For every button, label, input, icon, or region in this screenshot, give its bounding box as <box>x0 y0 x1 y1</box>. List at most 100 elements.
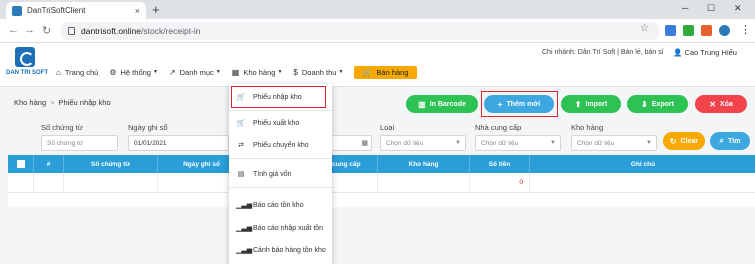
main-menu: ⌂ Trang chủ ⚙ Hệ thống ▼ ↗ Danh mục ▼ ▦ … <box>56 65 417 79</box>
menu-item-home[interactable]: ⌂ Trang chủ <box>56 68 98 77</box>
user-icon: 👤 <box>673 48 683 57</box>
column-header: # <box>34 155 64 173</box>
date-label: Ngày ghi sổ <box>128 123 168 132</box>
cart-icon: 🛒 <box>362 67 373 77</box>
search-button[interactable]: ⌕ Tìm <box>710 132 750 150</box>
column-header[interactable]: Ghi chú <box>530 155 755 173</box>
caret-down-icon: ▼ <box>152 69 158 75</box>
delete-button[interactable]: ✕ Xóa <box>695 95 747 113</box>
bar-signal-icon: ▁▃▅ <box>236 202 253 209</box>
extension-icon[interactable] <box>665 25 676 36</box>
menu-item-revenue[interactable]: $ Doanh thu ▼ <box>293 68 343 77</box>
profile-icon[interactable] <box>719 25 730 36</box>
menu-item-label: Cảnh báo hàng tồn kho <box>253 246 326 254</box>
import-button[interactable]: ⬆ Import <box>561 95 621 113</box>
shield-extension-icon[interactable] <box>683 25 694 36</box>
menu-item-stock-report[interactable]: ▁▃▅ Báo cáo tồn kho <box>229 197 332 213</box>
print-barcode-button[interactable]: ▥ In Barcode <box>406 95 478 113</box>
transfer-icon: ⇄ <box>238 142 244 149</box>
dollar-icon: $ <box>293 67 298 77</box>
menu-item-cost-calc[interactable]: ▤ Tính giá vốn <box>229 166 332 182</box>
receipt-in-highlight <box>231 86 326 108</box>
select-all-cell[interactable] <box>8 155 34 173</box>
button-label: Tìm <box>728 137 741 145</box>
brand-name: DAN TRI SOFT <box>6 70 48 76</box>
divider <box>229 110 332 111</box>
table-cell <box>34 173 64 192</box>
type-select[interactable]: Chọn dữ liệu ▼ <box>380 135 466 151</box>
new-tab-button[interactable]: + <box>152 2 160 17</box>
clear-button[interactable]: ↻ Clear <box>663 132 705 150</box>
table-total-row: 0 <box>8 173 755 193</box>
table-header: # Số chứng từ Ngày ghi sổ Nhà cung cấp K… <box>8 155 755 173</box>
menu-item-catalog[interactable]: ↗ Danh mục ▼ <box>169 68 221 77</box>
logo[interactable]: DAN TRI SOFT <box>6 47 48 83</box>
table-cell <box>64 173 158 192</box>
breadcrumb-current: Phiếu nhập kho <box>58 98 111 107</box>
breadcrumb-root[interactable]: Kho hàng <box>14 98 46 107</box>
export-button[interactable]: ⬇ Export <box>627 95 688 113</box>
lock-icon <box>68 27 75 35</box>
url-path: /stock/receipt-in <box>141 26 201 36</box>
maximize-button[interactable]: ☐ <box>707 3 715 14</box>
date-to-input[interactable]: ▦ <box>332 135 372 151</box>
menu-item-inout-report[interactable]: ▁▃▅ Báo cáo nhập xuất tồn <box>229 220 332 236</box>
supplier-select[interactable]: Chọn dữ liệu ▼ <box>475 135 561 151</box>
close-window-button[interactable]: ✕ <box>734 3 742 14</box>
menu-item-label: Báo cáo tồn kho <box>253 201 304 209</box>
menu-label: Hệ thống <box>120 67 151 77</box>
menu-label: Danh mục <box>179 67 214 77</box>
warehouse-select[interactable]: Chọn dữ liệu ▼ <box>571 135 657 151</box>
barcode-icon: ▥ <box>418 99 426 109</box>
star-icon[interactable]: ☆ <box>640 23 649 34</box>
doc-no-label: Số chứng từ <box>41 123 83 132</box>
menu-item-system[interactable]: ⚙ Hệ thống ▼ <box>109 68 158 77</box>
button-label: Export <box>651 100 674 108</box>
address-bar: ← → ↻ dantrisoft.online /stock/receipt-i… <box>0 19 755 43</box>
extension-icon[interactable] <box>701 25 712 36</box>
caret-down-icon: ▼ <box>455 140 461 146</box>
tab-close-icon[interactable]: × <box>135 6 140 16</box>
menu-item-label: Phiếu chuyển kho <box>253 141 309 149</box>
total-amount: 0 <box>470 173 530 192</box>
divider <box>229 187 332 188</box>
calculator-icon: ▤ <box>237 171 245 178</box>
caret-down-icon: ▼ <box>550 140 556 146</box>
warehouse-icon: ▦ <box>231 67 240 77</box>
menu-item-transfer[interactable]: ⇄ Phiếu chuyển kho <box>229 137 332 153</box>
column-header[interactable]: Kho hàng <box>378 155 470 173</box>
menu-label: Trang chủ <box>64 67 99 77</box>
refresh-icon: ↻ <box>669 136 677 146</box>
menu-label: Bán hàng <box>376 67 409 77</box>
back-icon[interactable]: ← <box>8 24 19 36</box>
doc-no-input[interactable]: Số chứng từ <box>41 135 118 151</box>
checkbox[interactable] <box>16 160 25 168</box>
menu-item-warehouse[interactable]: ▦ Kho hàng ▼ <box>232 68 283 77</box>
more-menu-icon[interactable]: ⋮ <box>740 23 751 36</box>
menu-item-receipt-out[interactable]: 🛒 Phiếu xuất kho <box>229 115 332 131</box>
breadcrumb: Kho hàng > Phiếu nhập kho <box>14 98 111 107</box>
supplier-label: Nhà cung cấp <box>475 123 522 132</box>
column-header[interactable]: Số chứng từ <box>64 155 158 173</box>
type-label: Loại <box>380 123 395 132</box>
supplier-value: Chọn dữ liệu <box>481 139 519 147</box>
user-menu[interactable]: 👤 Cao Trung Hiếu <box>673 48 737 57</box>
divider <box>229 158 332 159</box>
favicon-icon <box>12 5 22 16</box>
menu-item-label: Báo cáo nhập xuất tồn <box>253 224 324 232</box>
upload-icon: ⬆ <box>574 99 582 109</box>
browser-tab[interactable]: DanTriSoftClient × <box>6 2 146 19</box>
table-cell <box>378 173 470 192</box>
menu-item-sales[interactable]: 🛒 Bán hàng <box>354 65 417 79</box>
menu-label: Doanh thu <box>301 67 337 77</box>
forward-icon[interactable]: → <box>24 24 35 36</box>
type-value: Chọn dữ liệu <box>386 139 424 147</box>
column-header[interactable]: Số tiền <box>470 155 530 173</box>
url-field[interactable]: dantrisoft.online /stock/receipt-in <box>60 22 660 40</box>
minimize-button[interactable]: ─ <box>682 3 688 13</box>
calendar-icon: ▦ <box>361 140 368 147</box>
reload-icon[interactable]: ↻ <box>42 24 51 37</box>
date-input[interactable]: 01/01/2021 <box>128 135 229 151</box>
menu-item-stock-alert[interactable]: ▁▃▅ Cảnh báo hàng tồn kho <box>229 242 332 258</box>
caret-down-icon: ▼ <box>646 140 652 146</box>
